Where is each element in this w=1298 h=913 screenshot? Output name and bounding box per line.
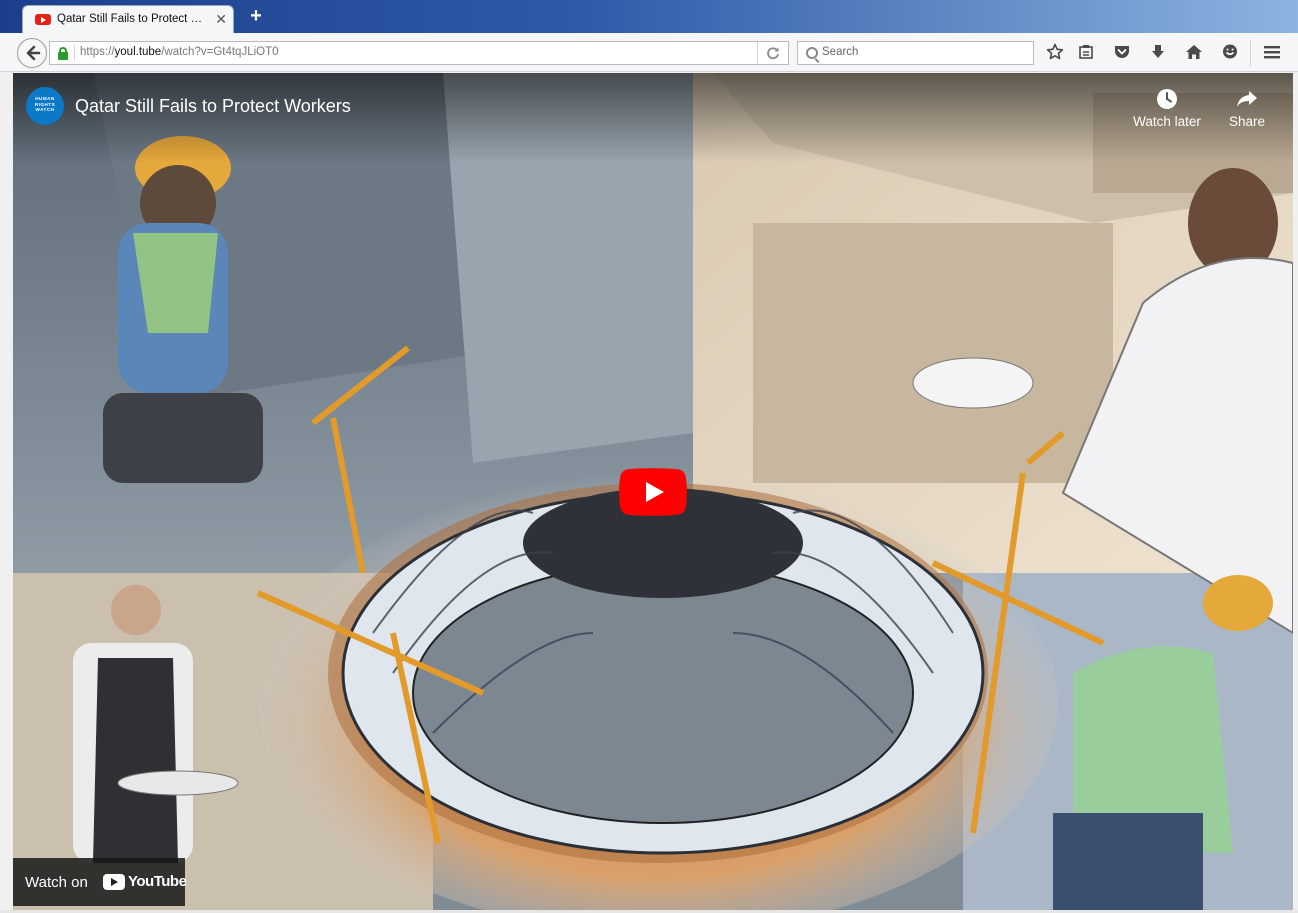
share-arrow-icon — [1237, 91, 1257, 107]
home-icon[interactable] — [1182, 40, 1206, 64]
play-button[interactable] — [619, 468, 687, 516]
download-icon[interactable] — [1146, 40, 1170, 64]
browser-tab[interactable]: Qatar Still Fails to Protect Wo... ✕ — [22, 5, 234, 33]
watch-on-label: Watch on — [25, 874, 88, 891]
watch-later-button[interactable]: Watch later — [1127, 87, 1207, 129]
nav-toolbar: https://youl.tube/watch?v=Gt4tqJLiOT0 Se… — [0, 33, 1298, 72]
search-icon — [806, 47, 818, 59]
watch-later-label: Watch later — [1133, 114, 1201, 129]
reading-list-icon[interactable] — [1074, 40, 1098, 64]
tab-strip: Qatar Still Fails to Protect Wo... ✕ + — [0, 0, 1298, 33]
url-text[interactable]: https://youl.tube/watch?v=Gt4tqJLiOT0 — [80, 46, 279, 58]
youtube-wordmark: YouTube — [128, 873, 187, 890]
channel-logo[interactable]: HUMAN RIGHTS WATCH — [26, 87, 64, 125]
new-tab-button[interactable]: + — [246, 6, 266, 26]
lock-icon[interactable] — [58, 47, 68, 60]
url-bar[interactable]: https://youl.tube/watch?v=Gt4tqJLiOT0 — [49, 41, 789, 65]
tab-close-icon[interactable]: ✕ — [215, 10, 227, 28]
video-title[interactable]: Qatar Still Fails to Protect Workers — [75, 96, 351, 117]
share-button[interactable]: Share — [1207, 87, 1287, 129]
search-input[interactable]: Search — [797, 41, 1034, 65]
youtube-logo-icon — [103, 874, 125, 890]
back-button[interactable] — [17, 38, 47, 68]
reload-icon[interactable] — [757, 42, 788, 64]
clock-icon — [1157, 89, 1177, 109]
youtube-favicon-icon — [35, 14, 51, 25]
tab-title: Qatar Still Fails to Protect Wo... — [57, 13, 207, 25]
chat-icon[interactable] — [1218, 40, 1242, 64]
watch-on-youtube-button[interactable]: Watch on YouTube — [13, 858, 187, 906]
bookmark-star-icon[interactable] — [1043, 40, 1067, 64]
pocket-icon[interactable] — [1110, 40, 1134, 64]
menu-icon[interactable] — [1260, 40, 1284, 64]
back-icon — [26, 45, 41, 61]
search-placeholder: Search — [822, 46, 859, 58]
video-player[interactable]: HUMAN RIGHTS WATCH Qatar Still Fails to … — [13, 73, 1293, 910]
share-label: Share — [1228, 114, 1266, 129]
